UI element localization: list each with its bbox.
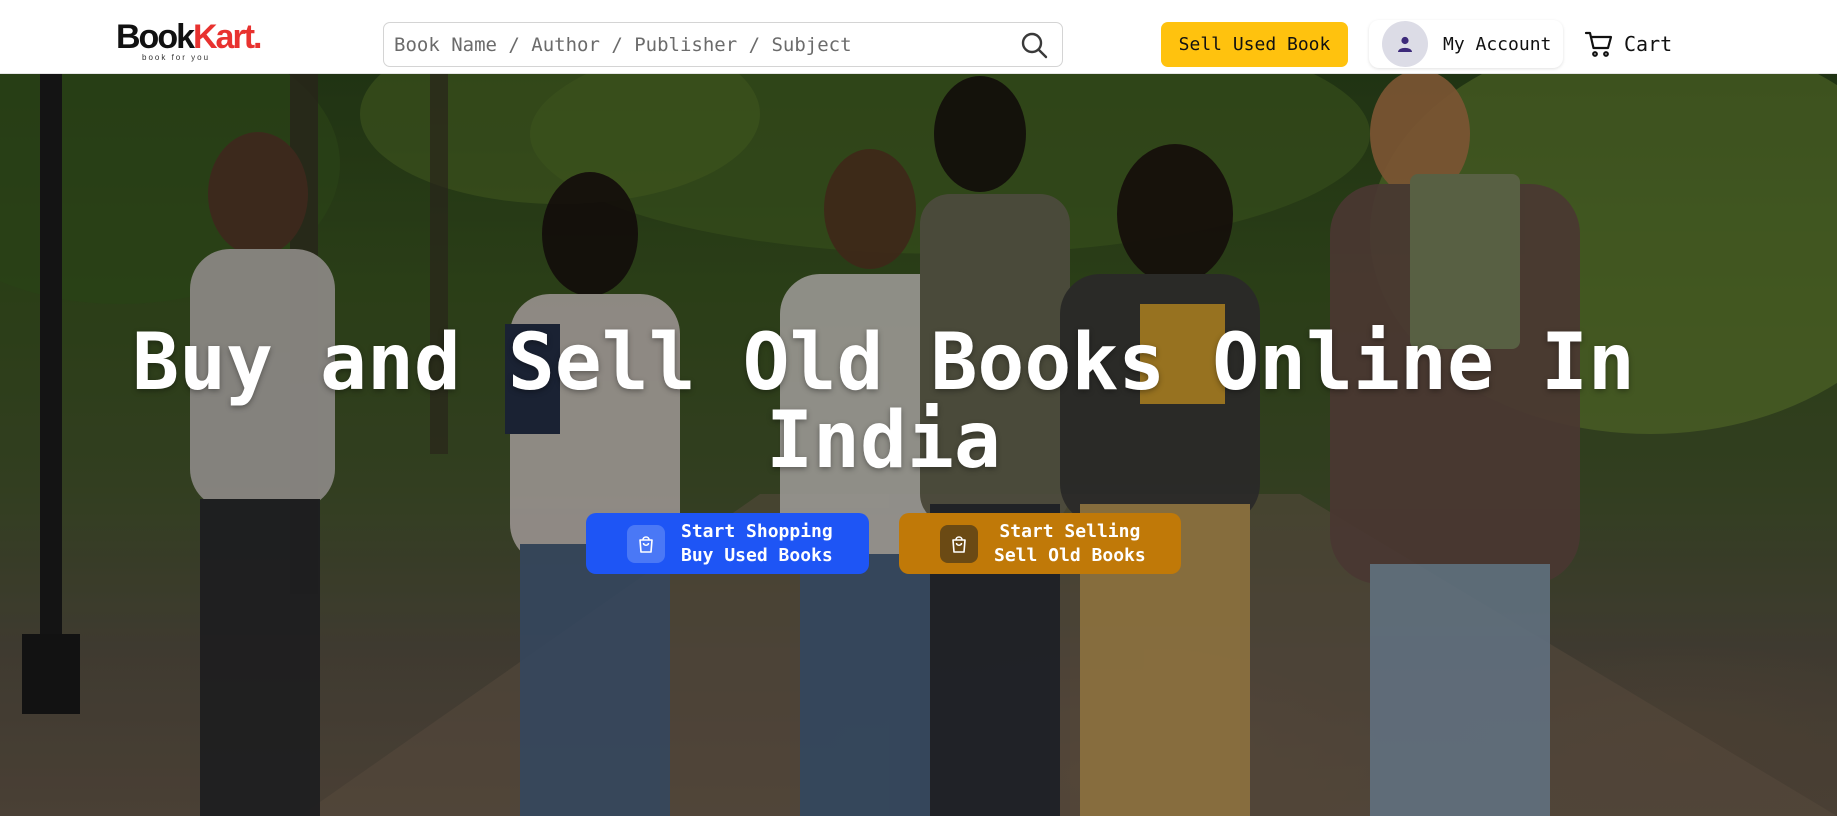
start-selling-text: Start Selling Sell Old Books xyxy=(994,520,1146,568)
start-selling-line-1: Start Selling xyxy=(999,520,1141,542)
hero-banner: Buy and Sell Old Books Online In India S… xyxy=(0,74,1837,816)
sell-used-book-button[interactable]: Sell Used Book xyxy=(1161,22,1348,67)
cart-icon xyxy=(1584,29,1614,59)
hero-title-line-1: Buy and Sell Old Books Online In xyxy=(132,318,1635,408)
search-input[interactable] xyxy=(394,23,994,66)
start-shopping-button[interactable]: Start Shopping Buy Used Books xyxy=(586,513,869,574)
logo-wordmark: BookKart. xyxy=(116,20,276,54)
start-shopping-text: Start Shopping Buy Used Books xyxy=(681,520,833,568)
brand-logo[interactable]: BookKart. book for you xyxy=(116,20,276,64)
logo-book-text: Book xyxy=(116,18,195,56)
start-selling-button[interactable]: Start Selling Sell Old Books xyxy=(899,513,1181,574)
logo-kart-text: Kart. xyxy=(193,18,262,56)
search-icon[interactable] xyxy=(1020,31,1048,59)
top-navbar: BookKart. book for you Sell Used Book My… xyxy=(0,0,1837,74)
shopping-bag-icon xyxy=(627,524,665,563)
start-shopping-line-1: Start Shopping xyxy=(681,520,833,542)
start-shopping-line-2: Buy Used Books xyxy=(681,544,833,566)
hero-title: Buy and Sell Old Books Online In India xyxy=(0,324,1767,480)
shopping-bag-icon xyxy=(940,524,978,563)
my-account-label: My Account xyxy=(1443,33,1552,55)
logo-tagline: book for you xyxy=(142,53,211,62)
my-account-button[interactable]: My Account xyxy=(1369,20,1563,68)
user-icon xyxy=(1382,21,1428,67)
search-bar xyxy=(383,22,1063,67)
cart-label: Cart xyxy=(1624,32,1673,56)
cart-button[interactable]: Cart xyxy=(1584,24,1672,64)
hero-title-line-2: India xyxy=(766,396,1001,486)
start-selling-line-2: Sell Old Books xyxy=(994,544,1146,566)
